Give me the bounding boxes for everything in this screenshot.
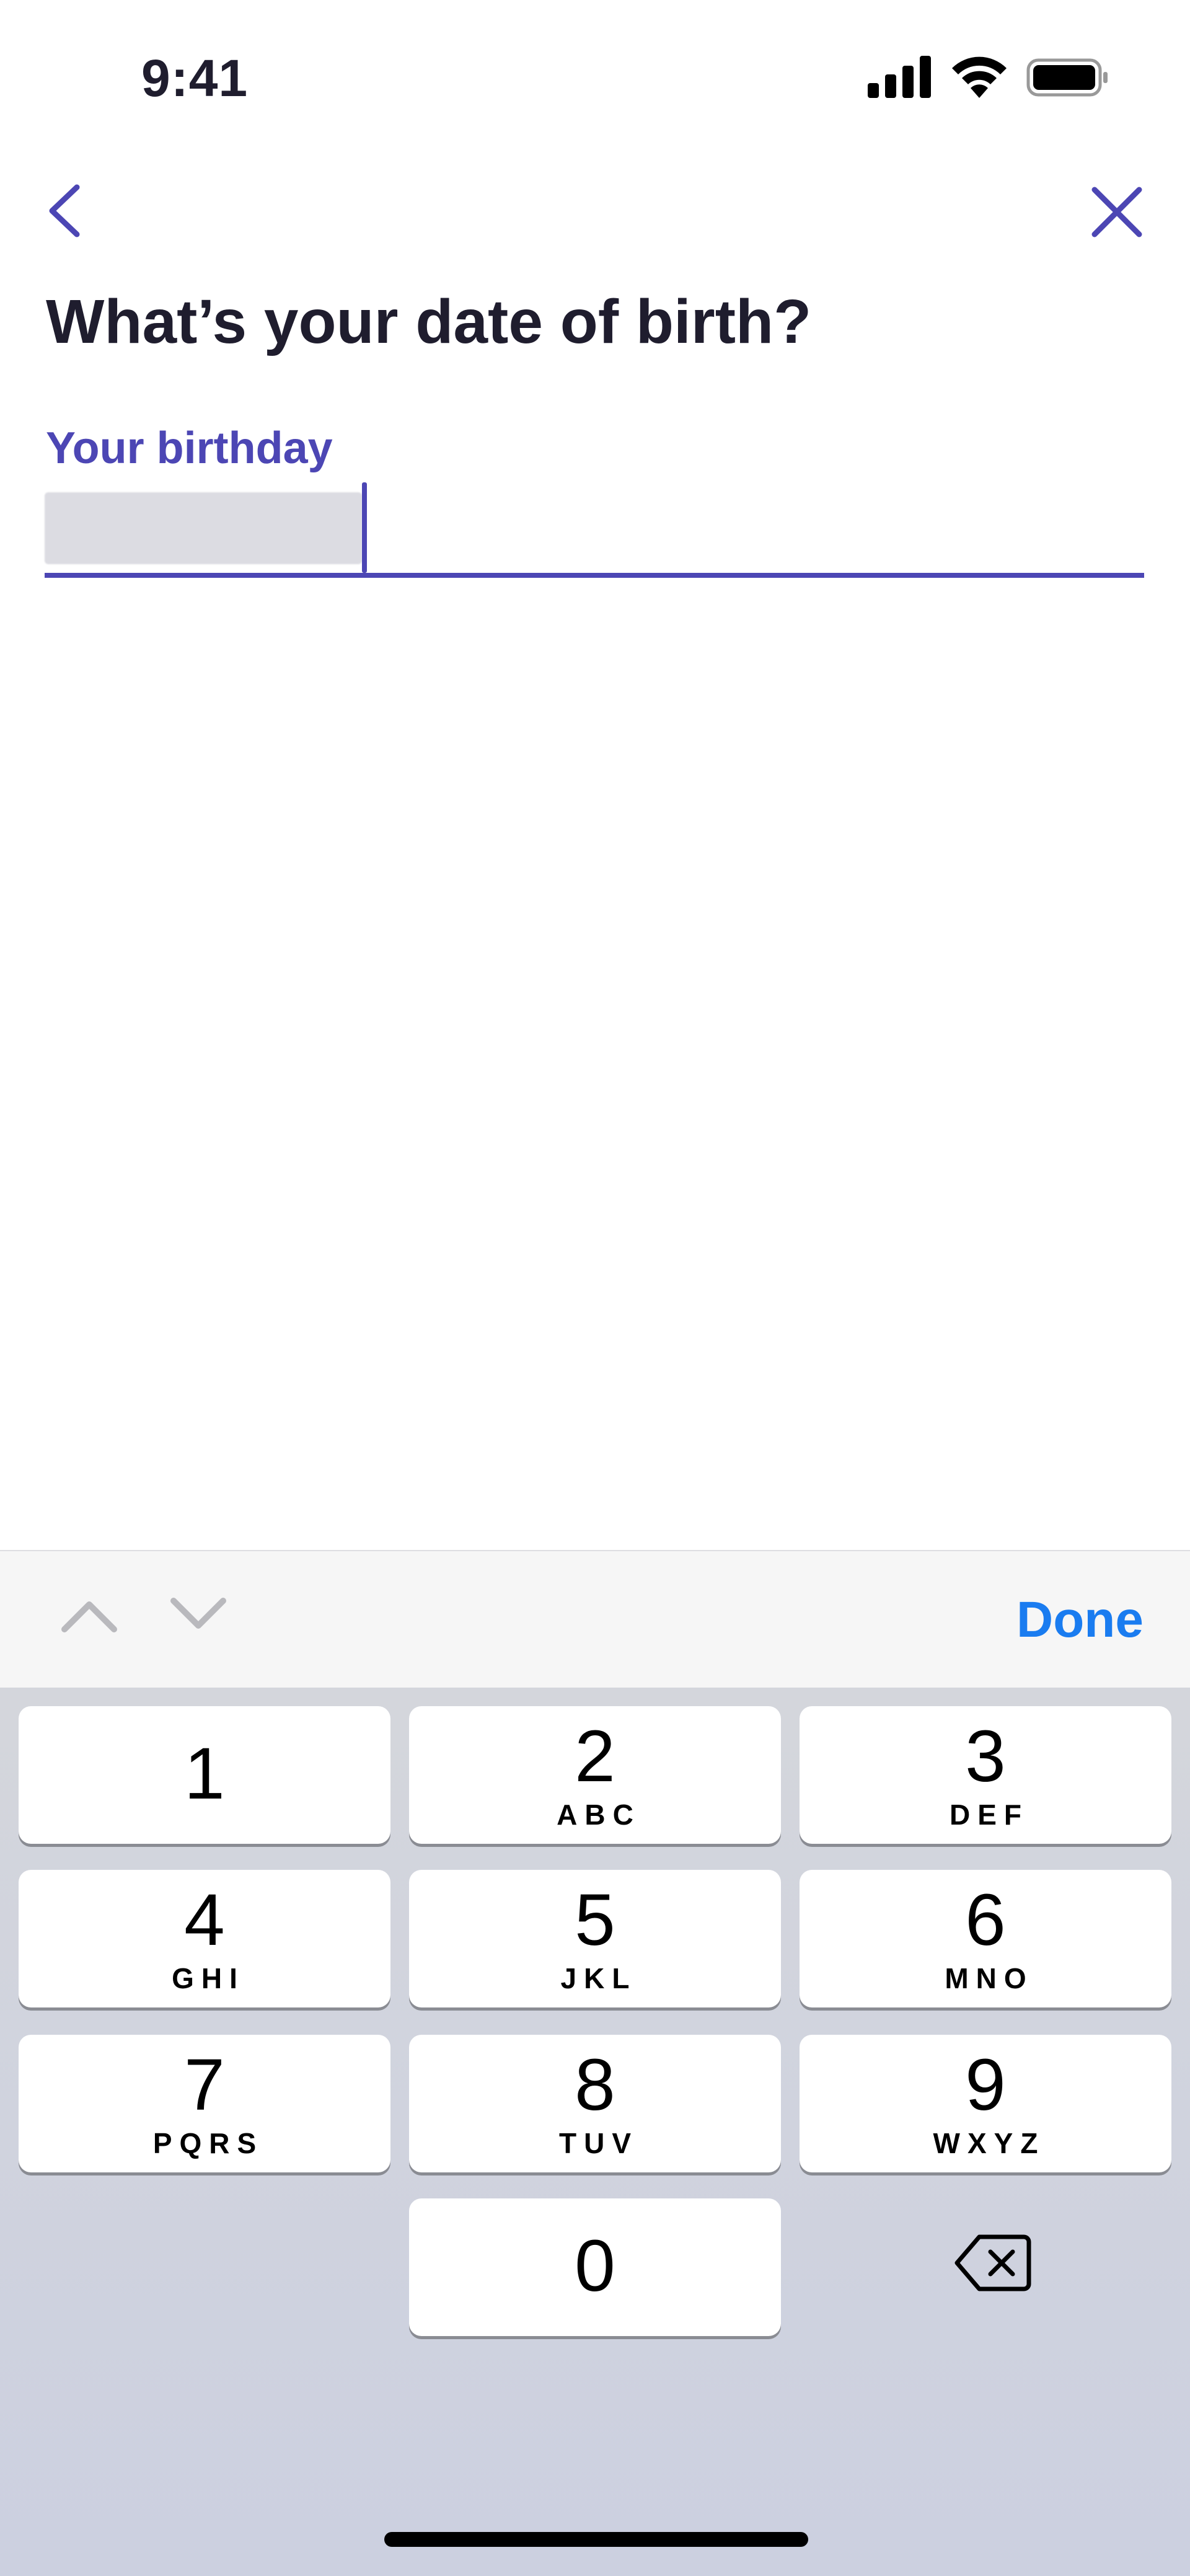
chevron-up-icon[interactable] xyxy=(60,1593,119,1637)
key-8[interactable]: 8 TUV xyxy=(409,2035,781,2172)
key-9[interactable]: 9 WXYZ xyxy=(800,2035,1171,2172)
birthday-value xyxy=(45,492,362,564)
done-button[interactable]: Done xyxy=(1016,1591,1144,1649)
key-8-letters: TUV xyxy=(559,2127,638,2159)
key-7-digit: 7 xyxy=(184,2044,225,2126)
chevron-down-icon[interactable] xyxy=(169,1593,228,1637)
key-5-digit: 5 xyxy=(575,1879,615,1961)
birthday-value-redacted xyxy=(45,492,362,564)
status-time: 9:41 xyxy=(141,49,249,107)
birthday-field-label: Your birthday xyxy=(46,423,333,473)
key-2[interactable]: 2 ABC xyxy=(409,1706,781,1844)
key-0-digit: 0 xyxy=(575,2225,615,2307)
key-4-digit: 4 xyxy=(184,1879,225,1961)
key-7[interactable]: 7 PQRS xyxy=(19,2035,390,2172)
home-indicator[interactable] xyxy=(384,2532,808,2547)
cellular-signal-icon xyxy=(868,56,931,98)
key-6-digit: 6 xyxy=(965,1879,1006,1961)
key-5-letters: JKL xyxy=(560,1962,637,1994)
key-0[interactable]: 0 xyxy=(409,2198,781,2336)
wifi-icon xyxy=(952,56,1007,98)
page-title: What’s your date of birth? xyxy=(46,287,812,356)
key-6-letters: MNO xyxy=(945,1962,1034,1994)
key-8-digit: 8 xyxy=(575,2044,615,2126)
key-7-letters: PQRS xyxy=(152,2127,264,2159)
key-4[interactable]: 4 GHI xyxy=(19,1870,390,2007)
key-5[interactable]: 5 JKL xyxy=(409,1870,781,2007)
key-4-letters: GHI xyxy=(172,1962,245,1994)
battery-icon xyxy=(1026,58,1108,97)
key-9-digit: 9 xyxy=(965,2044,1006,2126)
key-3-letters: DEF xyxy=(950,1799,1029,1831)
back-icon[interactable] xyxy=(38,180,88,242)
close-icon[interactable] xyxy=(1086,181,1148,243)
field-underline xyxy=(45,573,1144,578)
key-2-digit: 2 xyxy=(575,1715,615,1797)
key-2-letters: ABC xyxy=(557,1799,641,1831)
key-1-digit: 1 xyxy=(184,1733,225,1815)
key-3-digit: 3 xyxy=(965,1715,1006,1797)
key-6[interactable]: 6 MNO xyxy=(800,1870,1171,2007)
key-3[interactable]: 3 DEF xyxy=(800,1706,1171,1844)
key-1[interactable]: 1 xyxy=(19,1706,390,1844)
delete-icon[interactable] xyxy=(954,2232,1031,2294)
key-9-letters: WXYZ xyxy=(933,2127,1046,2159)
text-cursor xyxy=(362,482,367,573)
